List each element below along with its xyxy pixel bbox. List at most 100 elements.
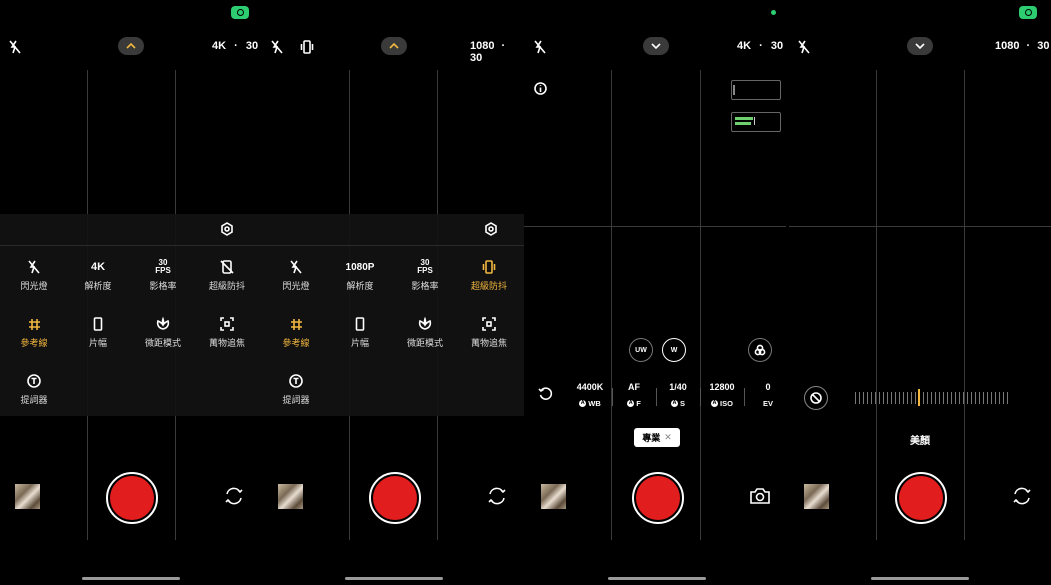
record-button[interactable] xyxy=(895,472,947,524)
flash-off-icon[interactable] xyxy=(271,40,283,54)
record-button[interactable] xyxy=(369,472,421,524)
quick-setting-stabilization[interactable]: 超級防抖 xyxy=(457,259,521,292)
chevron-up-icon xyxy=(389,43,399,49)
chevron-up-icon xyxy=(126,43,136,49)
switch-camera-icon[interactable] xyxy=(223,485,245,507)
filter-button[interactable] xyxy=(748,338,772,362)
info-icon[interactable] xyxy=(534,82,547,95)
macro-icon xyxy=(418,317,432,330)
stabilization-on-icon xyxy=(482,260,496,274)
camera-screen-2: 1080 · 30 閃光燈 1080P 解析度 30 FPS 影格率 超級防抖 … xyxy=(262,0,524,585)
camera-screen-1: 4K · 30 閃光燈 4K 解析度 30 FPS 影格率 超級防抖 參考線 片… xyxy=(0,0,262,585)
gallery-thumbnail[interactable] xyxy=(804,484,829,509)
auto-icon: A xyxy=(579,400,587,407)
home-indicator[interactable] xyxy=(345,577,443,580)
expand-settings-button[interactable] xyxy=(118,37,144,55)
macro-icon xyxy=(156,317,170,330)
stabilization-off-icon xyxy=(220,260,234,274)
aspect-ratio-icon xyxy=(355,317,365,331)
gallery-thumbnail[interactable] xyxy=(541,484,566,509)
resolution-icon: 1080P xyxy=(345,261,375,273)
teleprompter-icon xyxy=(27,374,41,388)
quick-setting-macro[interactable]: 微距模式 xyxy=(393,316,457,349)
camera-in-use-dot xyxy=(771,10,776,15)
focus-tracking-icon xyxy=(220,317,234,331)
record-button[interactable] xyxy=(632,472,684,524)
flash-off-icon[interactable] xyxy=(534,40,546,54)
grid-icon xyxy=(28,318,40,330)
beauty-level-slider[interactable] xyxy=(855,389,1009,406)
filter-icon xyxy=(754,344,766,356)
video-format-toggle[interactable]: 1080 · 30 xyxy=(470,40,524,64)
zoom-wide-button[interactable]: W xyxy=(662,338,686,362)
fps-label: 30 xyxy=(770,40,784,52)
pro-shutter-speed[interactable]: 1/40 AS xyxy=(656,382,700,408)
reset-icon[interactable] xyxy=(538,386,553,401)
quick-setting-grid[interactable]: 參考線 xyxy=(2,316,66,349)
fps-label: 30 xyxy=(470,52,483,64)
flash-off-icon xyxy=(290,260,302,274)
quick-setting-stabilization[interactable]: 超級防抖 xyxy=(195,259,259,292)
camera-in-use-indicator xyxy=(231,6,249,19)
close-icon[interactable]: ✕ xyxy=(664,432,672,443)
gallery-thumbnail[interactable] xyxy=(15,484,40,509)
video-format-toggle[interactable]: 4K · 30 xyxy=(212,40,258,52)
resolution-label: 4K xyxy=(212,40,227,52)
pro-exposure-value[interactable]: 0 EV xyxy=(746,382,786,408)
resolution-label: 4K xyxy=(737,40,752,52)
focus-tracking-icon xyxy=(482,317,496,331)
quick-setting-teleprompter[interactable]: 提詞器 xyxy=(2,373,66,406)
auto-icon: A xyxy=(711,400,719,407)
home-indicator[interactable] xyxy=(608,577,706,580)
pro-mode-chip[interactable]: 專業 ✕ xyxy=(634,428,680,447)
quick-setting-teleprompter[interactable]: 提詞器 xyxy=(264,373,328,406)
collapse-settings-button[interactable] xyxy=(907,37,933,55)
quick-setting-resolution[interactable]: 4K 解析度 xyxy=(66,259,130,292)
settings-icon[interactable] xyxy=(220,222,234,236)
quick-setting-flash[interactable]: 閃光燈 xyxy=(264,259,328,292)
quick-setting-flash[interactable]: 閃光燈 xyxy=(2,259,66,292)
video-format-toggle[interactable]: 4K · 30 xyxy=(737,40,783,52)
settings-icon[interactable] xyxy=(484,222,498,236)
switch-camera-icon[interactable] xyxy=(486,485,508,507)
pro-white-balance[interactable]: 4400K A WB xyxy=(568,382,612,408)
aspect-ratio-icon xyxy=(93,317,103,331)
quick-setting-fps[interactable]: 30 FPS 影格率 xyxy=(393,259,457,292)
slider-thumb[interactable] xyxy=(918,389,920,406)
home-indicator[interactable] xyxy=(871,577,969,580)
quick-setting-focus-tracking[interactable]: 萬物追焦 xyxy=(457,316,521,349)
snapshot-camera-icon[interactable] xyxy=(749,486,771,506)
collapse-settings-button[interactable] xyxy=(643,37,669,55)
video-format-toggle[interactable]: 1080 · 30 xyxy=(995,40,1050,52)
quick-setting-aspect[interactable]: 片幅 xyxy=(328,316,392,349)
camera-in-use-indicator xyxy=(1019,6,1037,19)
quick-setting-grid[interactable]: 參考線 xyxy=(264,316,328,349)
zoom-ultrawide-button[interactable]: UW xyxy=(629,338,653,362)
gallery-thumbnail[interactable] xyxy=(278,484,303,509)
switch-camera-icon[interactable] xyxy=(1011,485,1033,507)
expand-settings-button[interactable] xyxy=(381,37,407,55)
quick-setting-resolution[interactable]: 1080P 解析度 xyxy=(328,259,392,292)
beauty-off-button[interactable] xyxy=(804,386,828,410)
chevron-down-icon xyxy=(915,43,925,49)
fps-label: 30 xyxy=(245,40,259,52)
stabilization-icon[interactable] xyxy=(300,40,314,54)
home-indicator[interactable] xyxy=(82,577,180,580)
camera-screen-4: 1080 · 30 美顏 xyxy=(789,0,1051,585)
auto-icon: A xyxy=(627,400,635,407)
pro-iso[interactable]: 12800 A ISO xyxy=(700,382,744,408)
quick-setting-fps[interactable]: 30 FPS 影格率 xyxy=(131,259,195,292)
quick-setting-focus-tracking[interactable]: 萬物追焦 xyxy=(195,316,259,349)
teleprompter-icon xyxy=(289,374,303,388)
flash-off-icon[interactable] xyxy=(9,40,21,54)
flash-off-icon xyxy=(28,260,40,274)
disable-icon xyxy=(810,392,822,404)
resolution-label: 1080 xyxy=(995,40,1020,52)
quick-setting-macro[interactable]: 微距模式 xyxy=(131,316,195,349)
histogram-rgb xyxy=(731,112,781,132)
quick-setting-aspect[interactable]: 片幅 xyxy=(66,316,130,349)
record-button[interactable] xyxy=(106,472,158,524)
fps-icon: 30 FPS xyxy=(417,258,433,275)
pro-focus[interactable]: AF AF xyxy=(612,382,656,408)
flash-off-icon[interactable] xyxy=(798,40,810,54)
